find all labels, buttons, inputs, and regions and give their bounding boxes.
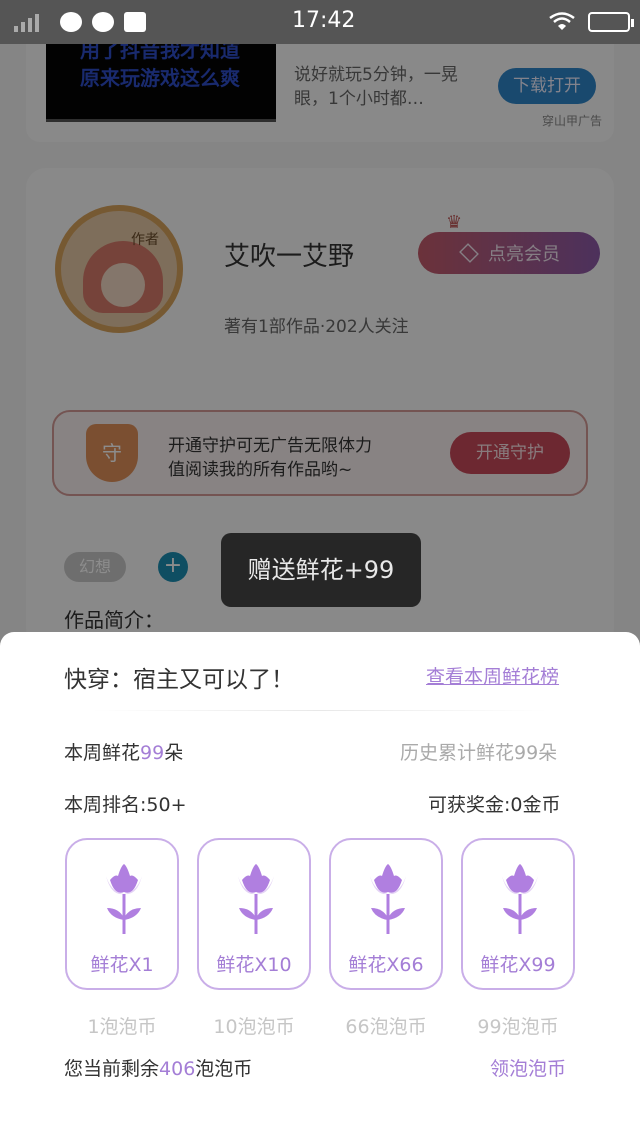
option-label: 鲜花X99 xyxy=(480,954,556,976)
balance-value: 406 xyxy=(159,1058,196,1080)
status-bar: 17:42 xyxy=(0,0,640,44)
flower-option-1[interactable]: 鲜花X1 xyxy=(65,838,179,990)
battery-icon xyxy=(588,12,634,32)
flower-option-66[interactable]: 鲜花X66 xyxy=(329,838,443,990)
flower-icon xyxy=(238,864,274,934)
flower-icon xyxy=(502,864,538,934)
balance-label: 您当前剩余 xyxy=(64,1058,160,1080)
flower-option-99[interactable]: 鲜花X99 xyxy=(461,838,575,990)
week-flowers-unit: 朵 xyxy=(164,742,184,764)
option-label: 鲜花X66 xyxy=(348,954,424,976)
toast-message: 赠送鲜花+99 xyxy=(221,533,421,607)
week-flowers-label: 本周鲜花 xyxy=(64,742,141,764)
play-icon-2 xyxy=(92,12,114,32)
history-flowers: 历史累计鲜花99朵 xyxy=(400,742,558,764)
week-rank: 本周排名:50+ xyxy=(64,794,187,816)
book-title: 快穿：宿主又可以了！ xyxy=(64,667,294,693)
storage-icon xyxy=(124,12,146,32)
balance: 您当前剩余406泡泡币 xyxy=(64,1054,252,1081)
week-flowers-count: 99 xyxy=(140,742,165,764)
option-label: 鲜花X1 xyxy=(90,954,154,976)
status-time: 17:42 xyxy=(292,8,356,33)
weekly-rank-link[interactable]: 查看本周鲜花榜 xyxy=(426,662,559,689)
week-flowers: 本周鲜花99朵 xyxy=(64,738,183,765)
divider xyxy=(92,710,548,711)
reward-amount: 可获奖金:0金币 xyxy=(428,794,561,816)
flower-icon xyxy=(106,864,142,934)
option-price: 66泡泡币 xyxy=(345,1016,427,1038)
flower-option-10[interactable]: 鲜花X10 xyxy=(197,838,311,990)
wifi-icon xyxy=(549,12,575,30)
flower-icon xyxy=(370,864,406,934)
option-price: 1泡泡币 xyxy=(87,1016,157,1038)
option-price: 10泡泡币 xyxy=(213,1016,295,1038)
option-price: 99泡泡币 xyxy=(477,1016,559,1038)
signal-icon xyxy=(14,14,39,32)
balance-unit: 泡泡币 xyxy=(195,1058,253,1080)
option-label: 鲜花X10 xyxy=(216,954,292,976)
play-icon xyxy=(60,12,82,32)
claim-coins-link[interactable]: 领泡泡币 xyxy=(490,1054,566,1081)
